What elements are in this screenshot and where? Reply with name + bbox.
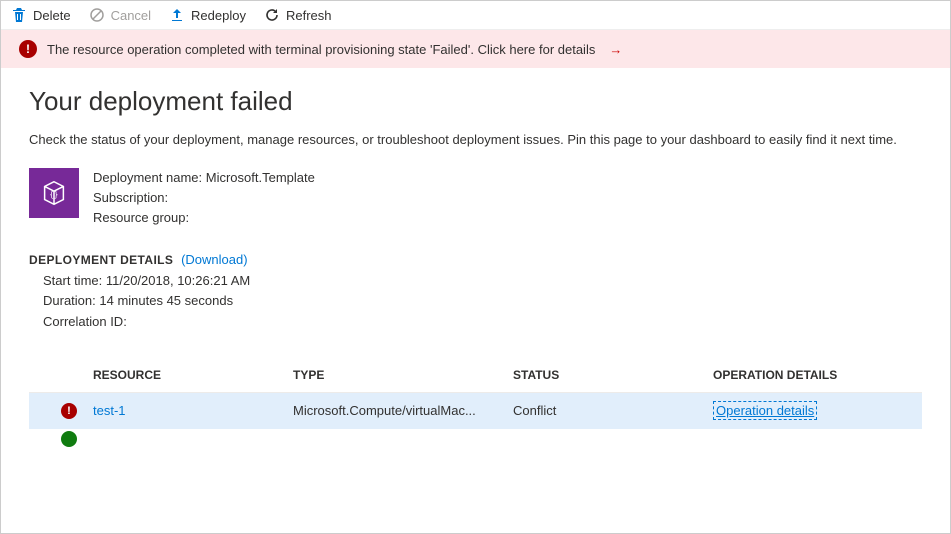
cell-status: Conflict	[513, 403, 713, 418]
template-icon: {}	[29, 168, 79, 218]
error-status-icon: !	[61, 403, 77, 419]
redeploy-button[interactable]: Redeploy	[169, 7, 246, 23]
delete-label: Delete	[33, 8, 71, 23]
error-icon: !	[19, 40, 37, 58]
operation-details-link[interactable]: Operation details	[713, 401, 817, 420]
header-opdetails: OPERATION DETAILS	[713, 368, 904, 382]
svg-text:{}: {}	[49, 190, 58, 199]
error-alert[interactable]: ! The resource operation completed with …	[1, 30, 950, 68]
start-time-label: Start time:	[43, 273, 102, 288]
delete-button[interactable]: Delete	[11, 7, 71, 23]
deployment-summary: {} Deployment name: Microsoft.Template S…	[29, 168, 922, 228]
table-row[interactable]: ! test-1 Microsoft.Compute/virtualMac...…	[29, 393, 922, 429]
summary-info: Deployment name: Microsoft.Template Subs…	[93, 168, 315, 228]
deployment-name-value: Microsoft.Template	[206, 170, 315, 185]
table-row	[29, 429, 922, 449]
cell-type: Microsoft.Compute/virtualMac...	[293, 403, 513, 418]
main-content: Your deployment failed Check the status …	[1, 68, 950, 467]
resources-table: RESOURCE TYPE STATUS OPERATION DETAILS !…	[29, 358, 922, 449]
cancel-label: Cancel	[111, 8, 151, 23]
upload-icon	[169, 7, 185, 23]
refresh-button[interactable]: Refresh	[264, 7, 332, 23]
refresh-label: Refresh	[286, 8, 332, 23]
header-resource: RESOURCE	[93, 368, 293, 382]
subscription-label: Subscription:	[93, 188, 168, 208]
page-subtitle: Check the status of your deployment, man…	[29, 131, 909, 150]
header-status: STATUS	[513, 368, 713, 382]
refresh-icon	[264, 7, 280, 23]
duration-value: 14 minutes 45 seconds	[99, 293, 233, 308]
table-header-row: RESOURCE TYPE STATUS OPERATION DETAILS	[29, 358, 922, 393]
deployment-name-label: Deployment name:	[93, 168, 202, 188]
redeploy-label: Redeploy	[191, 8, 246, 23]
cancel-icon	[89, 7, 105, 23]
deployment-details-section: DEPLOYMENT DETAILS (Download) Start time…	[29, 252, 922, 331]
page-title: Your deployment failed	[29, 86, 922, 117]
correlation-label: Correlation ID:	[43, 314, 127, 329]
resource-link[interactable]: test-1	[93, 403, 126, 418]
header-type: TYPE	[293, 368, 513, 382]
arrow-right-icon: →	[609, 42, 622, 57]
start-time-value: 11/20/2018, 10:26:21 AM	[106, 273, 250, 288]
trash-icon	[11, 7, 27, 23]
resource-group-label: Resource group:	[93, 208, 189, 228]
cancel-button: Cancel	[89, 7, 151, 23]
ok-status-icon	[61, 431, 77, 447]
duration-label: Duration:	[43, 293, 96, 308]
download-link[interactable]: (Download)	[181, 252, 247, 267]
details-header: DEPLOYMENT DETAILS (Download)	[29, 252, 922, 267]
details-list: Start time: 11/20/2018, 10:26:21 AM Dura…	[29, 271, 922, 331]
alert-message: The resource operation completed with te…	[47, 42, 595, 57]
toolbar: Delete Cancel Redeploy Refresh	[1, 1, 950, 30]
